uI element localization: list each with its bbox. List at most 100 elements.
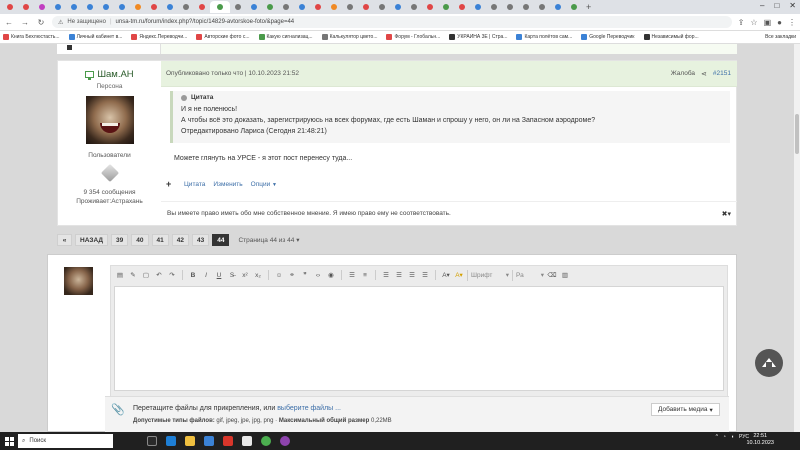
profile-icon[interactable]: ● (777, 18, 782, 27)
bookmark-item[interactable]: УКРАИНА 3E | Стра... (449, 34, 507, 40)
browser-tab[interactable] (310, 1, 326, 13)
browser-tab[interactable] (262, 1, 278, 13)
align-right-icon[interactable]: ☰ (407, 271, 417, 279)
page-link[interactable]: 42 (171, 234, 189, 246)
editor-text-area[interactable] (114, 286, 724, 391)
attachment-area[interactable]: 📎 Перетащите файлы для прикрепления, или… (105, 396, 729, 432)
browser-tab[interactable] (406, 1, 422, 13)
task-view-icon[interactable] (147, 436, 157, 446)
new-tab-icon[interactable]: + (586, 2, 591, 12)
bookmark-item[interactable]: Авторские фото с... (196, 34, 250, 40)
app-icon[interactable] (242, 436, 252, 446)
quote-button[interactable]: Цитата (184, 181, 205, 188)
browser-tab[interactable] (342, 1, 358, 13)
numbered-list-icon[interactable]: ≡ (360, 272, 370, 279)
page-link[interactable]: 40 (131, 234, 149, 246)
extensions-icon[interactable]: ▣ (764, 18, 772, 27)
file-explorer-icon[interactable] (185, 436, 195, 446)
strikethrough-button[interactable]: S̶ (227, 272, 237, 279)
edge-icon[interactable] (166, 436, 176, 446)
tray-chevron-icon[interactable]: ^ (716, 434, 718, 440)
font-size-select[interactable]: Ра ▾ (512, 269, 544, 281)
share-icon[interactable]: ⋖ (701, 70, 707, 78)
bookmark-item[interactable]: Личный кабинет в... (68, 34, 122, 40)
bookmark-item[interactable]: Карта полётов сам... (516, 34, 572, 40)
opera-icon[interactable] (223, 436, 233, 446)
undo-icon[interactable]: ↶ (154, 271, 164, 279)
signature-options-icon[interactable]: ✖▾ (722, 210, 731, 218)
justify-icon[interactable]: ☰ (420, 271, 430, 279)
bookmark-item[interactable]: Книга Бехлюстасть... (3, 34, 60, 40)
browser-tab[interactable] (566, 1, 582, 13)
superscript-button[interactable]: x² (240, 272, 250, 279)
volume-icon[interactable]: ◖ (731, 434, 734, 440)
page-link[interactable]: 41 (151, 234, 169, 246)
highlight-color-icon[interactable]: A▾ (454, 271, 464, 279)
options-menu-button[interactable]: Опции ▼ (251, 181, 277, 188)
browser-tab[interactable] (422, 1, 438, 13)
bookmark-item[interactable]: Форум - Глобальн... (386, 34, 440, 40)
browser-tab[interactable] (518, 1, 534, 13)
bullet-list-icon[interactable]: ☰ (347, 271, 357, 279)
browser-tab[interactable] (34, 1, 50, 13)
network-icon[interactable]: ◔ (723, 434, 726, 440)
browser-tab[interactable] (162, 1, 178, 13)
start-button[interactable] (0, 432, 18, 450)
url-field[interactable]: ⚠ Не защищено | unsa-tm.ru/forum/index.p… (52, 16, 732, 28)
browser-tab[interactable] (534, 1, 550, 13)
paste-icon[interactable]: ▤ (115, 271, 125, 279)
author-name[interactable]: Шам.АН (97, 69, 133, 80)
browser-tab[interactable] (454, 1, 470, 13)
bookmark-item[interactable]: Google Переводчик (581, 34, 635, 40)
underline-button[interactable]: U (214, 272, 224, 279)
italic-button[interactable]: I (201, 272, 211, 279)
bookmark-item[interactable]: Калькулятор цвето... (321, 34, 377, 40)
post-number-link[interactable]: #2151 (713, 70, 731, 77)
close-icon[interactable]: ✕ (789, 1, 796, 10)
subscript-button[interactable]: x₂ (253, 272, 263, 279)
multiquote-plus-icon[interactable]: + (166, 179, 176, 189)
link-icon[interactable]: ⚭ (287, 271, 297, 279)
forward-arrow-icon[interactable]: → (20, 18, 30, 27)
first-page-icon[interactable]: « (57, 234, 72, 246)
bold-button[interactable]: B (188, 272, 198, 279)
menu-icon[interactable]: ⋮ (788, 18, 796, 27)
choose-files-link[interactable]: выберите файлы ... (277, 405, 341, 412)
minimize-icon[interactable]: – (760, 1, 764, 10)
quote-collapse-icon[interactable] (181, 94, 187, 101)
browser-tab[interactable] (82, 1, 98, 13)
avatar[interactable] (85, 96, 134, 144)
bookmark-item[interactable]: Независимый фор... (643, 34, 699, 40)
page-scrollbar[interactable] (794, 44, 800, 432)
browser-tab[interactable] (358, 1, 374, 13)
reload-icon[interactable]: ↻ (36, 18, 46, 27)
maximize-icon[interactable]: □ (774, 1, 779, 10)
align-center-icon[interactable]: ☰ (394, 271, 404, 279)
report-link[interactable]: Жалоба (671, 70, 695, 77)
browser-tab[interactable] (2, 1, 18, 13)
browser-tab[interactable] (18, 1, 34, 13)
store-icon[interactable] (204, 436, 214, 446)
emoji-icon[interactable]: ☺ (274, 272, 284, 279)
scrollbar-thumb[interactable] (795, 114, 799, 154)
browser-tab[interactable] (66, 1, 82, 13)
browser-tab[interactable] (390, 1, 406, 13)
pagination-back-button[interactable]: НАЗАД (75, 234, 109, 246)
page-link[interactable]: 43 (191, 234, 210, 246)
format-icon[interactable]: ✎ (128, 271, 138, 279)
bookmark-item[interactable]: Яндекс.Переводчи... (131, 34, 187, 40)
page-jump-dropdown[interactable]: Страница 44 из 44 ▾ (238, 236, 299, 244)
browser-tab-active[interactable] (210, 1, 230, 13)
browser-tab[interactable] (486, 1, 502, 13)
taskbar-search[interactable]: ⌕ Поиск (18, 434, 113, 448)
text-color-icon[interactable]: A▾ (441, 271, 451, 279)
taskbar-clock[interactable]: 22:51 10.10.2023 (746, 433, 774, 447)
scroll-to-top-button[interactable] (755, 349, 783, 377)
browser-tab[interactable] (502, 1, 518, 13)
browser-tab[interactable] (50, 1, 66, 13)
browser-tab[interactable] (230, 1, 246, 13)
browser-tab[interactable] (114, 1, 130, 13)
browser-tab[interactable] (326, 1, 342, 13)
browser-tab[interactable] (178, 1, 194, 13)
share-icon[interactable]: ⇪ (738, 18, 745, 27)
